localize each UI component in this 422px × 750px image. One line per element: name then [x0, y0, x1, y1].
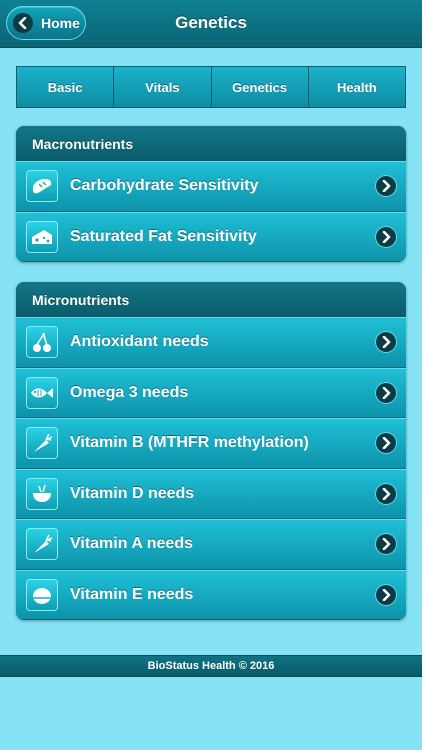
list-item-saturated-fat-sensitivity[interactable]: Saturated Fat Sensitivity — [16, 211, 406, 262]
list-item-label: Carbohydrate Sensitivity — [70, 177, 259, 195]
chevron-right-icon — [376, 534, 396, 555]
footer: BioStatus Health © 2016 — [0, 655, 422, 677]
chevron-right-icon — [376, 382, 396, 403]
tab-bar: Basic Vitals Genetics Health — [16, 66, 406, 108]
macronutrients-group: Macronutrients Carbohydrate Sensitivity … — [16, 126, 406, 262]
list-item-carbohydrate-sensitivity[interactable]: Carbohydrate Sensitivity — [16, 161, 406, 212]
list-item-label: Vitamin D needs — [70, 484, 195, 502]
list-item-omega-3-needs[interactable]: Omega 3 needs — [16, 367, 406, 418]
chevron-right-icon — [376, 332, 396, 353]
micronutrients-header: Micronutrients — [16, 282, 406, 317]
list-item-label: Omega 3 needs — [70, 383, 189, 401]
list-item-label: Vitamin B (MTHFR methylation) — [70, 434, 309, 452]
tab-genetics[interactable]: Genetics — [212, 67, 309, 107]
list-item-vitamin-a-needs[interactable]: Vitamin A needs — [16, 519, 406, 570]
tab-vitals[interactable]: Vitals — [114, 67, 212, 107]
top-bar: Home Genetics — [0, 0, 422, 48]
egg-icon — [26, 578, 58, 611]
carrot-icon — [26, 528, 58, 561]
list-item-vitamin-b[interactable]: Vitamin B (MTHFR methylation) — [16, 418, 406, 469]
chevron-right-icon — [376, 483, 396, 504]
copyright-text: BioStatus Health © 2016 — [147, 660, 275, 672]
chevron-right-icon — [376, 584, 396, 605]
tab-health[interactable]: Health — [309, 67, 405, 107]
cherries-icon — [26, 326, 58, 359]
list-item-vitamin-d-needs[interactable]: Vitamin D needs — [16, 468, 406, 519]
tab-basic[interactable]: Basic — [17, 67, 115, 107]
bowl-icon — [26, 477, 58, 510]
list-item-vitamin-e-needs[interactable]: Vitamin E needs — [16, 569, 406, 620]
list-item-label: Antioxidant needs — [70, 333, 209, 351]
fish-icon — [26, 376, 58, 409]
carrot-icon — [26, 427, 58, 460]
micronutrients-group: Micronutrients Antioxidant needs Omega 3… — [16, 282, 406, 620]
chevron-right-icon — [376, 226, 396, 247]
page-title: Genetics — [175, 13, 247, 32]
chevron-right-icon — [376, 433, 396, 454]
list-item-antioxidant-needs[interactable]: Antioxidant needs — [16, 317, 406, 368]
list-item-label: Saturated Fat Sensitivity — [70, 227, 257, 245]
cheese-icon — [26, 220, 58, 253]
bread-icon — [26, 170, 58, 203]
list-item-label: Vitamin E needs — [70, 585, 194, 603]
chevron-right-icon — [376, 176, 396, 197]
macronutrients-header: Macronutrients — [16, 126, 406, 161]
list-item-label: Vitamin A needs — [70, 535, 193, 553]
